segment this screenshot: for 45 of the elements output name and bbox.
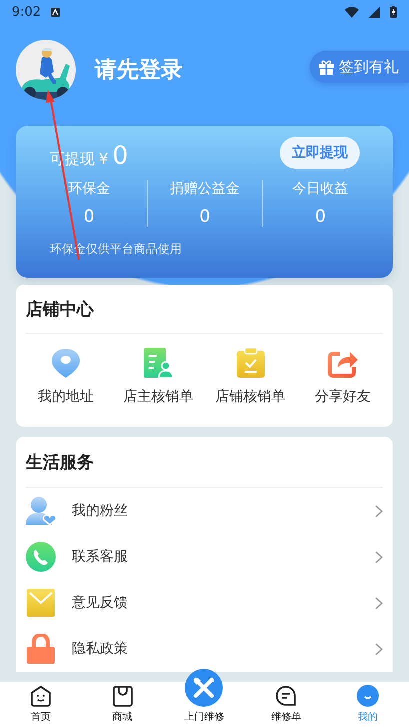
withdrawable-amount: 0	[112, 140, 128, 170]
chevron-right-icon	[375, 642, 383, 656]
service-item[interactable]: 隐私政策	[72, 640, 375, 658]
profile-tab-icon	[357, 685, 380, 707]
stat-label: 今日收益	[292, 180, 349, 198]
home-icon	[30, 685, 52, 707]
service-item[interactable]: 我的粉丝	[72, 502, 375, 520]
bag-icon	[112, 685, 134, 707]
chevron-right-icon	[375, 550, 383, 564]
stat-value: 0	[200, 207, 210, 227]
battery-icon	[390, 6, 397, 18]
shop-menu-item[interactable]: 店铺核销单	[216, 388, 286, 406]
status-time: 9:02	[12, 4, 42, 20]
signal-icon	[369, 6, 380, 18]
section-title: 生活服务	[26, 437, 383, 488]
document-person-icon	[143, 348, 174, 378]
lock-icon	[26, 634, 56, 664]
section-title: 店铺中心	[26, 285, 383, 334]
service-item[interactable]: 意见反馈	[72, 594, 375, 612]
chevron-right-icon	[375, 596, 383, 610]
envelope-icon	[26, 588, 56, 618]
sign-in-reward-button[interactable]: 签到有礼	[310, 51, 409, 83]
stat-value: 0	[315, 207, 326, 227]
chat-bubble-icon	[275, 685, 298, 707]
gift-icon	[319, 60, 334, 74]
shop-menu-item[interactable]: 分享好友	[314, 388, 371, 406]
user-heart-icon	[26, 496, 56, 526]
currency-symbol: ¥	[99, 150, 109, 168]
stat-label: 环保金	[68, 180, 110, 198]
stat-label: 捐赠公益金	[170, 180, 240, 198]
service-item[interactable]: 联系客服	[72, 548, 375, 566]
phone-icon	[26, 542, 56, 572]
tab-item[interactable]: 商城	[112, 710, 133, 724]
chevron-right-icon	[375, 504, 383, 518]
stat-value: 0	[84, 207, 95, 227]
notification-icon	[51, 8, 60, 16]
tab-item[interactable]: 上门维修	[184, 710, 224, 724]
shop-menu-item[interactable]: 店主核销单	[123, 388, 194, 406]
clipboard-check-icon	[236, 348, 266, 378]
shop-menu-item[interactable]: 我的地址	[38, 388, 94, 406]
tools-icon[interactable]	[185, 669, 224, 707]
wifi-icon	[345, 6, 359, 18]
tab-item[interactable]: 维修单	[271, 710, 302, 724]
location-pin-icon	[51, 348, 82, 378]
tab-item[interactable]: 首页	[30, 710, 51, 724]
